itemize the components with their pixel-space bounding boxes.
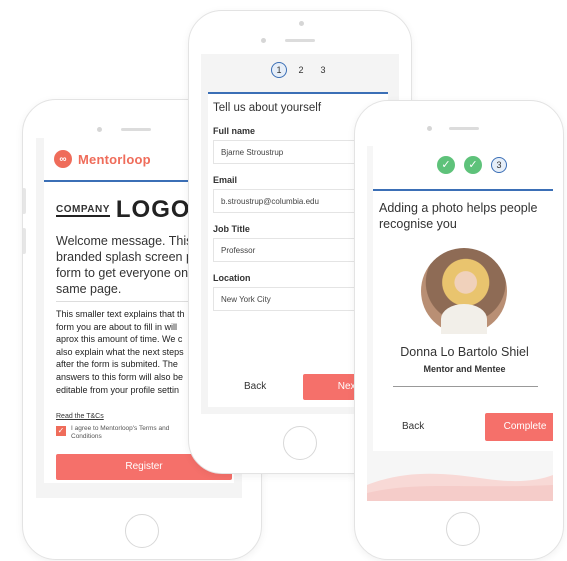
terms-link[interactable]: Read the T&Cs: [56, 413, 104, 420]
step-3: 3: [320, 65, 326, 75]
profile-photo-avatar[interactable]: [421, 248, 507, 334]
email-label: Email: [213, 175, 238, 185]
camera-dot: [427, 126, 432, 131]
checkbox-checked-icon[interactable]: ✓: [56, 426, 66, 436]
home-button: [125, 514, 159, 548]
phone-side-button: [23, 228, 26, 254]
photo-step-card: ✓ ✓ 3 Adding a photo helps people recogn…: [373, 146, 553, 451]
full-name-label: Full name: [213, 126, 256, 136]
home-button: [446, 512, 480, 546]
step-2: 2: [298, 65, 304, 75]
progress-steps: 1 2 3: [271, 62, 331, 78]
step-3: 3: [491, 157, 507, 173]
divider: [393, 386, 538, 387]
avatar-shirt: [441, 304, 487, 334]
job-title-label: Job Title: [213, 224, 250, 234]
company-logo: COMPANY LOGO: [56, 196, 191, 224]
home-button: [283, 426, 317, 460]
phone-mockup-photo-step: ✓ ✓ 3 Adding a photo helps people recogn…: [354, 100, 564, 560]
back-button[interactable]: Back: [244, 381, 266, 392]
camera-dot: [97, 127, 102, 132]
agree-terms-checkbox-row[interactable]: ✓ I agree to Mentorloop's Terms and Cond…: [56, 425, 201, 441]
form-heading: Tell us about yourself: [213, 102, 322, 114]
speaker-grille: [121, 128, 151, 131]
step-1-done-check-icon: ✓: [437, 156, 455, 174]
agree-terms-label: I agree to Mentorloop's Terms and Condit…: [71, 425, 170, 440]
decorative-wave: [367, 473, 553, 501]
speaker-grille: [449, 127, 479, 130]
location-label: Location: [213, 273, 251, 283]
sensor-dot: [261, 38, 266, 43]
step-1: 1: [271, 62, 287, 78]
person-name: Donna Lo Bartolo Shiel: [400, 345, 529, 359]
speaker-grille: [285, 39, 315, 42]
step-2-done-check-icon: ✓: [464, 156, 482, 174]
progress-steps: ✓ ✓ 3: [437, 156, 507, 174]
brand-name: Mentorloop: [78, 151, 151, 167]
logo-text: LOGO: [115, 196, 191, 223]
back-button[interactable]: Back: [402, 421, 424, 432]
photo-intro: Adding a photo helps people recognise yo…: [379, 201, 538, 231]
complete-button[interactable]: Complete: [485, 413, 553, 441]
header-divider: [373, 189, 553, 191]
person-role: Mentor and Mentee: [423, 364, 506, 374]
logo-company-text: COMPANY: [56, 203, 110, 217]
phone-side-button: [23, 188, 26, 214]
brand: ∞ Mentorloop: [54, 150, 151, 168]
infinity-logo-icon: ∞: [54, 150, 72, 168]
phone-screen: ✓ ✓ 3 Adding a photo helps people recogn…: [367, 146, 553, 501]
camera-dot: [299, 21, 304, 26]
